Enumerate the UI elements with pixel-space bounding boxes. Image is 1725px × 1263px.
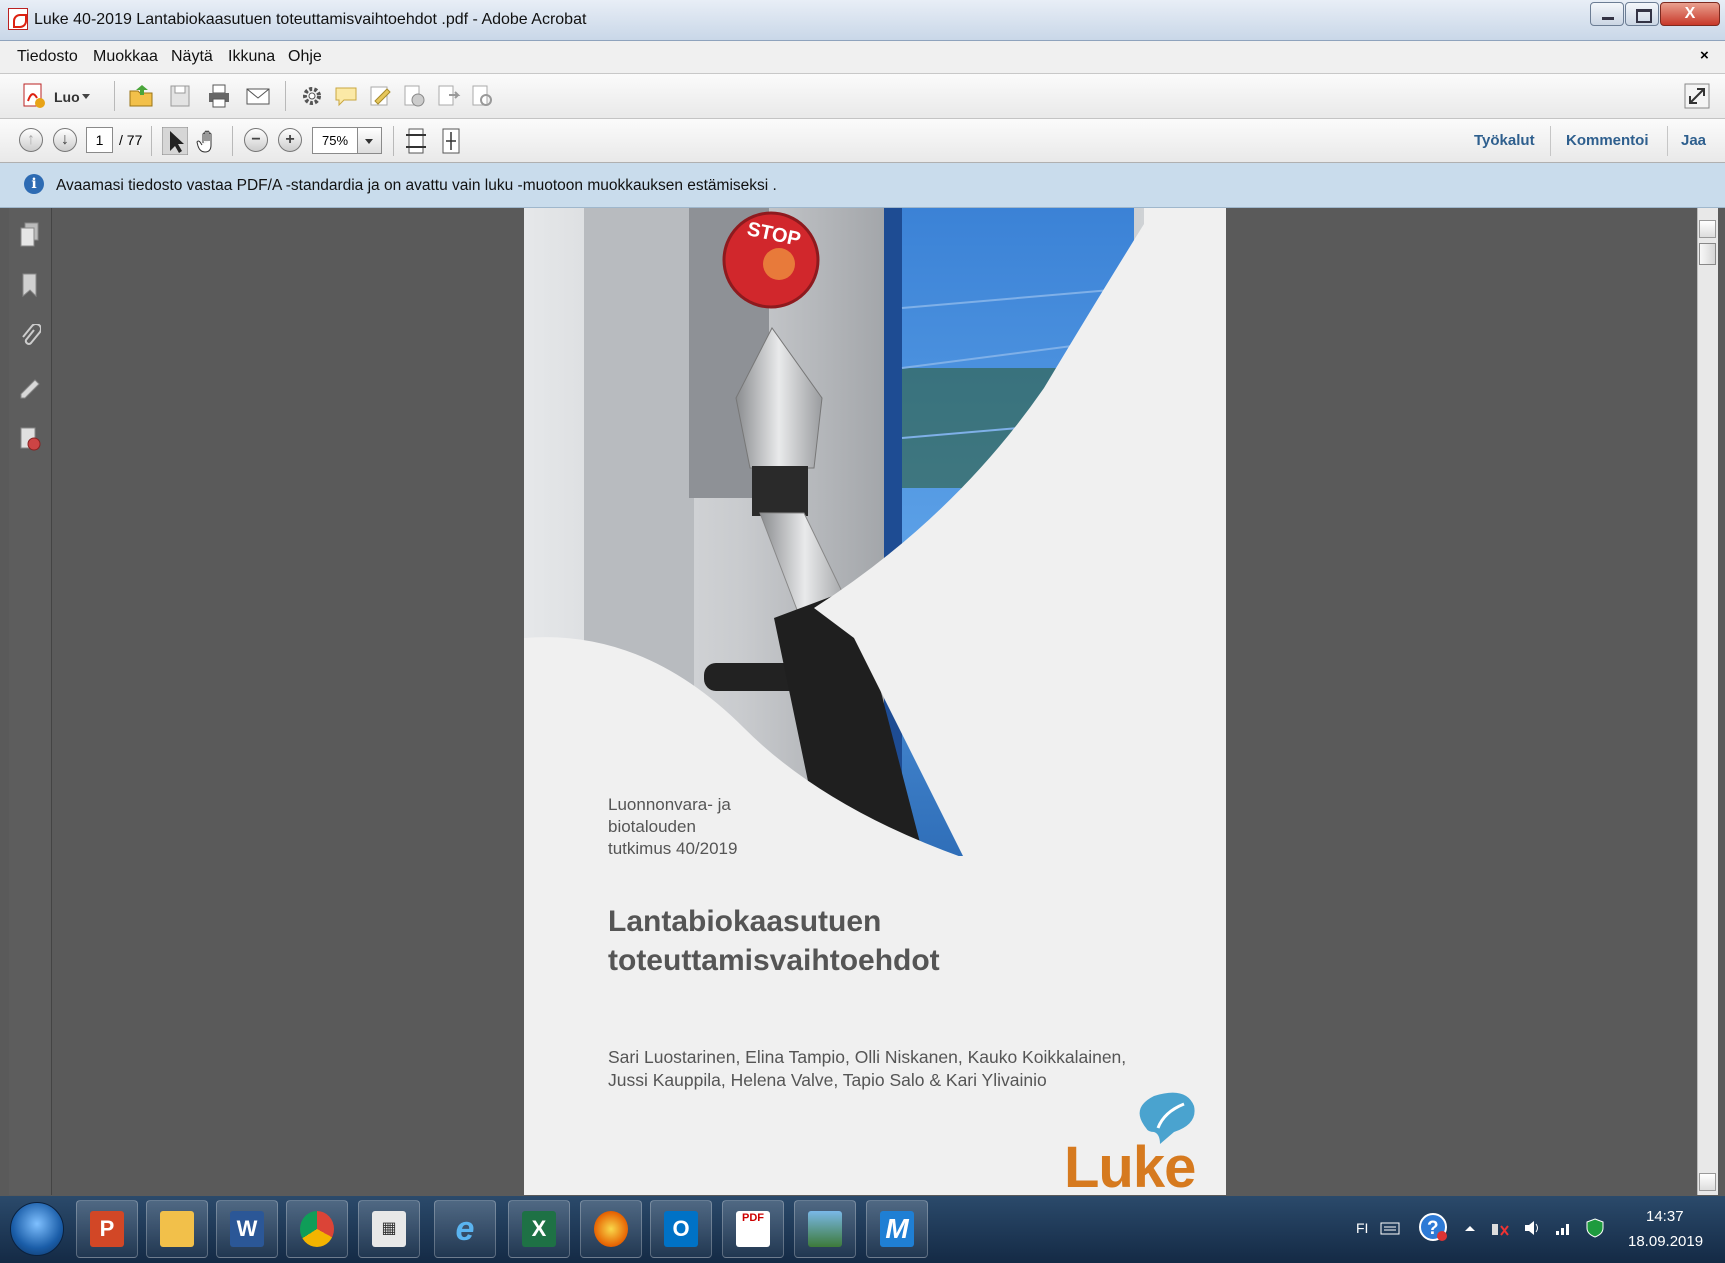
previous-page-button[interactable]: ↑ xyxy=(19,128,43,152)
menu-bar: Tiedosto Muokkaa Näytä Ikkuna Ohje × xyxy=(0,41,1725,74)
help-icon[interactable]: ? xyxy=(1418,1212,1448,1242)
acrobat-icon xyxy=(8,8,28,30)
language-indicator[interactable]: FI xyxy=(1356,1220,1368,1236)
word-icon[interactable]: W xyxy=(216,1200,278,1258)
luke-logo-text: Luke xyxy=(1064,1135,1196,1195)
close-document-button[interactable]: × xyxy=(1700,47,1709,64)
protect-icon[interactable] xyxy=(401,83,427,109)
powerpoint-icon[interactable]: P xyxy=(76,1200,138,1258)
open-folder-icon[interactable] xyxy=(128,83,154,109)
share-icon[interactable] xyxy=(469,83,495,109)
zoom-in-button[interactable]: + xyxy=(278,128,302,152)
zoom-dropdown-button[interactable] xyxy=(358,127,382,154)
author-list: Sari Luostarinen, Elina Tampio, Olli Nis… xyxy=(608,1046,1208,1092)
close-button[interactable]: X xyxy=(1660,2,1720,26)
document-properties-icon[interactable] xyxy=(19,426,41,452)
menu-tiedosto[interactable]: Tiedosto xyxy=(17,48,78,66)
select-tool-icon[interactable] xyxy=(162,127,188,155)
navigation-pane xyxy=(9,208,52,1195)
share-link[interactable]: Jaa xyxy=(1681,132,1706,149)
firefox-icon[interactable] xyxy=(580,1200,642,1258)
clock-time[interactable]: 14:37 xyxy=(1646,1208,1684,1225)
expand-icon[interactable] xyxy=(1684,83,1710,109)
show-hidden-icons-icon[interactable] xyxy=(1460,1218,1480,1238)
info-message: Avaamasi tiedosto vastaa PDF/A -standard… xyxy=(56,177,777,194)
main-toolbar: Luo xyxy=(0,74,1725,119)
page-thumbnails-icon[interactable] xyxy=(19,222,41,248)
acrobat-icon[interactable]: PDF xyxy=(722,1200,784,1258)
file-explorer-icon[interactable] xyxy=(146,1200,208,1258)
menu-ikkuna[interactable]: Ikkuna xyxy=(228,48,275,66)
page-count: / 77 xyxy=(119,132,143,148)
pdf-page: STOP Luonnonvara- ja biotalouden tutkimu… xyxy=(524,208,1226,1195)
minimize-button[interactable] xyxy=(1590,2,1624,26)
series-line: Luonnonvara- ja xyxy=(608,795,731,814)
scroll-up-button[interactable] xyxy=(1699,220,1716,238)
clock-date[interactable]: 18.09.2019 xyxy=(1628,1233,1703,1250)
gear-icon[interactable] xyxy=(299,83,325,109)
hand-tool-icon[interactable] xyxy=(196,127,222,155)
bookmarks-icon[interactable] xyxy=(19,272,41,298)
email-icon[interactable] xyxy=(245,83,271,109)
create-button[interactable]: Luo xyxy=(20,81,95,111)
windows-taskbar: P W ▦ e X O PDF M FI ? 14:37 18.09.2019 xyxy=(0,1196,1725,1263)
export-icon[interactable] xyxy=(435,83,461,109)
photos-icon[interactable] xyxy=(794,1200,856,1258)
navigation-toolbar: ↑ ↓ 1 / 77 − + 75% Työkalut Kommentoi Ja… xyxy=(0,119,1725,163)
chevron-down-icon xyxy=(82,94,90,103)
scroll-thumb[interactable] xyxy=(1699,243,1716,265)
volume-icon[interactable] xyxy=(1522,1218,1542,1238)
m-app-icon[interactable]: M xyxy=(866,1200,928,1258)
menu-ohje[interactable]: Ohje xyxy=(288,48,322,66)
zoom-level-input[interactable]: 75% xyxy=(312,127,358,154)
network-disconnected-icon[interactable] xyxy=(1490,1218,1510,1238)
scroll-down-button[interactable] xyxy=(1699,1173,1716,1191)
sign-icon[interactable] xyxy=(367,83,393,109)
print-icon[interactable] xyxy=(206,83,232,109)
series-line: tutkimus 40/2019 xyxy=(608,839,738,858)
comment-link[interactable]: Kommentoi xyxy=(1566,132,1649,149)
security-shield-icon[interactable] xyxy=(1585,1218,1605,1238)
document-title: Lantabiokaasutuen toteuttamisvaihtoehdot xyxy=(608,902,940,980)
calculator-icon[interactable]: ▦ xyxy=(358,1200,420,1258)
signal-strength-icon[interactable] xyxy=(1554,1218,1574,1238)
pdfa-info-bar: i Avaamasi tiedosto vastaa PDF/A -standa… xyxy=(0,163,1725,208)
window-title: Luke 40-2019 Lantabiokaasutuen toteuttam… xyxy=(34,11,587,28)
series-line: biotalouden xyxy=(608,817,696,836)
fit-page-icon[interactable] xyxy=(440,127,462,155)
comment-icon[interactable] xyxy=(333,83,359,109)
info-icon: i xyxy=(24,174,44,194)
create-label: Luo xyxy=(54,89,80,105)
vertical-scrollbar[interactable] xyxy=(1697,208,1718,1195)
attachments-icon[interactable] xyxy=(19,324,41,350)
svg-text:?: ? xyxy=(1427,1218,1439,1239)
chrome-icon[interactable] xyxy=(286,1200,348,1258)
next-page-button[interactable]: ↓ xyxy=(53,128,77,152)
menu-muokkaa[interactable]: Muokkaa xyxy=(93,48,158,66)
title-line: toteuttamisvaihtoehdot xyxy=(608,944,940,977)
fit-width-icon[interactable] xyxy=(405,127,427,155)
zoom-out-button[interactable]: − xyxy=(244,128,268,152)
signatures-icon[interactable] xyxy=(19,374,41,400)
tools-link[interactable]: Työkalut xyxy=(1474,132,1535,149)
menu-nayta[interactable]: Näytä xyxy=(171,48,213,66)
excel-icon[interactable]: X xyxy=(508,1200,570,1258)
title-bar: Luke 40-2019 Lantabiokaasutuen toteuttam… xyxy=(0,0,1725,41)
keyboard-icon[interactable] xyxy=(1380,1218,1400,1238)
title-line: Lantabiokaasutuen xyxy=(608,905,882,938)
create-pdf-icon xyxy=(23,83,45,108)
outlook-icon[interactable]: O xyxy=(650,1200,712,1258)
start-button[interactable] xyxy=(10,1202,64,1256)
internet-explorer-icon[interactable]: e xyxy=(434,1200,496,1258)
author-line: Sari Luostarinen, Elina Tampio, Olli Nis… xyxy=(608,1047,1127,1067)
series-label: Luonnonvara- ja biotalouden tutkimus 40/… xyxy=(608,794,737,860)
save-icon[interactable] xyxy=(167,83,193,109)
page-number-input[interactable]: 1 xyxy=(86,127,113,153)
maximize-button[interactable] xyxy=(1625,2,1659,26)
